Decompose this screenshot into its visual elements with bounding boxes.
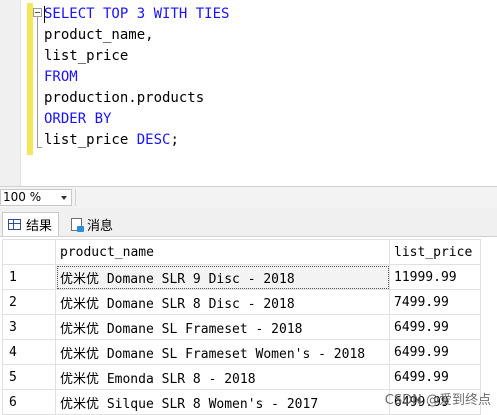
cell-product-name[interactable]: 优米优 Domane SL Frameset Women's - 2018 — [55, 339, 390, 365]
row-number[interactable]: 5 — [2, 364, 56, 390]
code-line[interactable]: product_name, — [44, 25, 229, 46]
sql-text: production.products — [44, 90, 205, 106]
editor-gutter — [0, 0, 21, 186]
outline-guide — [37, 17, 38, 148]
tab-messages[interactable]: 消息 — [66, 212, 119, 236]
row-number-header[interactable] — [2, 239, 56, 265]
code-line[interactable]: list_price — [44, 46, 229, 67]
result-tabs: 结果 消息 — [0, 208, 497, 237]
message-icon — [71, 217, 84, 232]
tab-results[interactable]: 结果 — [2, 212, 60, 236]
tab-results-label: 结果 — [26, 219, 53, 234]
divider — [75, 189, 76, 206]
cell-list-price[interactable]: 7499.99 — [389, 289, 481, 315]
zoom-value: 100 % — [3, 190, 42, 204]
row-number[interactable]: 3 — [2, 314, 56, 340]
table-row[interactable]: 3 优米优 Domane SL Frameset - 2018 6499.99 — [2, 314, 481, 340]
sql-text: list_price — [44, 48, 129, 64]
row-number[interactable]: 6 — [2, 389, 56, 415]
row-number[interactable]: 2 — [2, 289, 56, 315]
sql-text: ; — [170, 132, 179, 148]
sql-keyword: SELECT TOP 3 WITH TIES — [44, 6, 230, 22]
table-row[interactable]: 5 优米优 Emonda SLR 8 - 2018 6499.99 — [2, 364, 481, 390]
tab-messages-label: 消息 — [87, 218, 114, 234]
outline-guide-end — [37, 147, 42, 148]
sql-editor[interactable]: SELECT TOP 3 WITH TIES product_name, list_… — [0, 0, 497, 186]
sql-text: product_name, — [44, 27, 154, 43]
cell-list-price[interactable]: 6499.99 — [389, 364, 481, 390]
table-row[interactable]: 4 优米优 Domane SL Frameset Women's - 2018 64… — [2, 339, 481, 365]
cell-list-price[interactable]: 6499.99 — [389, 314, 481, 340]
change-tracking-bar — [27, 3, 33, 155]
code-line[interactable]: production.products — [44, 88, 229, 109]
zoom-bar: 100 % — [0, 186, 497, 208]
cell-product-name[interactable]: 优米优 Emonda SLR 8 - 2018 — [55, 364, 390, 390]
code-line[interactable]: SELECT TOP 3 WITH TIES — [44, 4, 229, 25]
sql-code[interactable]: SELECT TOP 3 WITH TIES product_name, list_… — [44, 4, 229, 151]
text-caret — [44, 6, 45, 23]
sql-text: list_price — [44, 132, 137, 148]
cell-product-name[interactable]: 优米优 Silque SLR 8 Women's - 2017 — [55, 389, 390, 415]
cell-product-name[interactable]: 优米优 Domane SL Frameset - 2018 — [55, 314, 390, 340]
column-header-product-name[interactable]: product_name — [55, 239, 390, 265]
header-row: product_name list_price — [2, 239, 481, 265]
sql-keyword: DESC — [136, 132, 171, 148]
row-number[interactable]: 1 — [2, 264, 56, 290]
table-row[interactable]: 1 优米优 Domane SLR 9 Disc - 2018 11999.99 — [2, 264, 481, 290]
cell-list-price[interactable]: 11999.99 — [389, 264, 481, 290]
table-row[interactable]: 2 优米优 Domane SLR 8 Disc - 2018 7499.99 — [2, 289, 481, 315]
results-grid[interactable]: product_name list_price 1 优米优 Domane SLR … — [0, 237, 497, 415]
row-number[interactable]: 4 — [2, 339, 56, 365]
code-line[interactable]: FROM — [44, 67, 229, 88]
watermark: CSDN @爱到终点 — [384, 393, 491, 408]
code-line[interactable]: list_price DESC; — [44, 130, 229, 151]
chevron-down-icon[interactable] — [61, 196, 67, 200]
cell-product-name[interactable]: 优米优 Domane SLR 9 Disc - 2018 — [55, 264, 390, 290]
grid-icon — [8, 219, 21, 230]
sql-keyword: ORDER BY — [44, 111, 112, 127]
cell-product-name[interactable]: 优米优 Domane SLR 8 Disc - 2018 — [55, 289, 390, 315]
collapse-outline-icon[interactable] — [33, 8, 42, 17]
cell-list-price[interactable]: 6499.99 — [389, 339, 481, 365]
column-header-list-price[interactable]: list_price — [389, 239, 481, 265]
zoom-dropdown[interactable]: 100 % — [0, 189, 72, 206]
code-line[interactable]: ORDER BY — [44, 109, 229, 130]
sql-keyword: FROM — [44, 69, 78, 85]
